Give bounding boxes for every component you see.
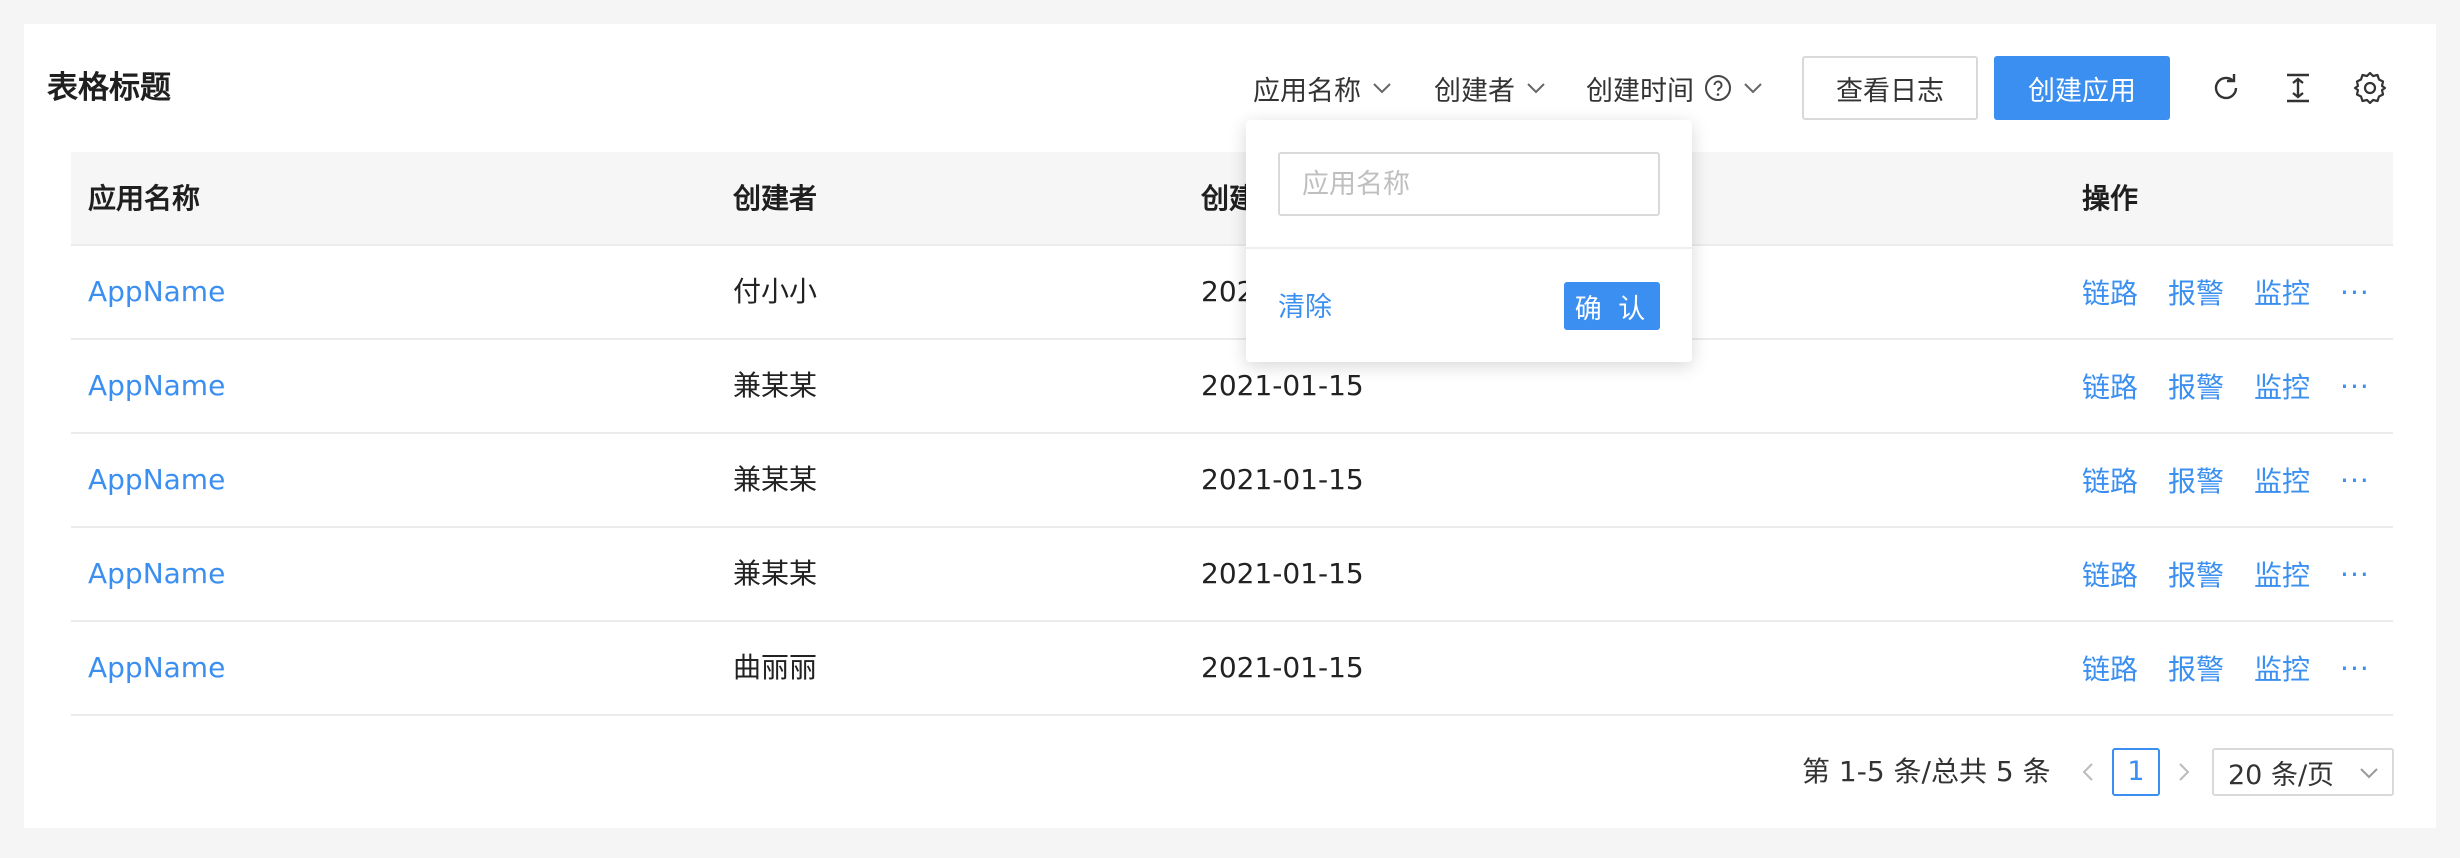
create-app-button[interactable]: 创建应用 <box>1994 56 2170 120</box>
creator-cell: 兼某某 <box>733 463 818 496</box>
table-row: AppName 兼某某 2021-01-15 链路 报警 监控 ··· <box>71 528 2393 622</box>
chevron-down-icon <box>1527 83 1545 94</box>
monitor-link[interactable]: 监控 <box>2254 272 2310 312</box>
app-name-filter-input[interactable] <box>1278 152 1660 216</box>
view-log-button[interactable]: 查看日志 <box>1802 56 1978 120</box>
created-time-cell: 2021-01-15 <box>1201 651 1364 684</box>
chevron-down-icon <box>1744 83 1762 94</box>
page-size-select[interactable]: 20 条/页 <box>2212 748 2394 796</box>
app-name-link[interactable]: AppName <box>88 246 225 338</box>
app-name-link[interactable]: AppName <box>88 434 225 526</box>
filter-creator-label: 创建者 <box>1434 75 1515 107</box>
alarm-link[interactable]: 报警 <box>2168 554 2224 594</box>
creator-cell: 兼某某 <box>733 557 818 590</box>
chevron-down-icon <box>2360 768 2378 779</box>
created-time-cell: 2021-01-15 <box>1201 463 1364 496</box>
column-header-app-name: 应用名称 <box>88 182 201 215</box>
creator-cell: 付小小 <box>733 275 818 308</box>
prev-page-icon[interactable] <box>2072 754 2104 790</box>
alarm-link[interactable]: 报警 <box>2168 460 2224 500</box>
trace-link[interactable]: 链路 <box>2082 460 2138 500</box>
more-icon[interactable]: ··· <box>2340 370 2370 403</box>
table-row: AppName 兼某某 2021-01-15 链路 报警 监控 ··· <box>71 340 2393 434</box>
row-actions: 链路 报警 监控 ··· <box>2082 340 2370 432</box>
trace-link[interactable]: 链路 <box>2082 554 2138 594</box>
row-actions: 链路 报警 监控 ··· <box>2082 622 2370 714</box>
density-icon[interactable] <box>2274 64 2322 112</box>
more-icon[interactable]: ··· <box>2340 464 2370 497</box>
alarm-link[interactable]: 报警 <box>2168 272 2224 312</box>
app-name-link[interactable]: AppName <box>88 340 225 432</box>
more-icon[interactable]: ··· <box>2340 276 2370 309</box>
pagination-total: 第 1-5 条/总共 5 条 <box>1802 755 2051 788</box>
filter-created-time-label: 创建时间 <box>1586 75 1694 107</box>
table-row: AppName 兼某某 2021-01-15 链路 报警 监控 ··· <box>71 434 2393 528</box>
row-actions: 链路 报警 监控 ··· <box>2082 528 2370 620</box>
column-header-actions: 操作 <box>2082 182 2139 215</box>
monitor-link[interactable]: 监控 <box>2254 366 2310 406</box>
trace-link[interactable]: 链路 <box>2082 648 2138 688</box>
table-row: AppName 付小小 2021-01-15 链路 报警 监控 ··· <box>71 246 2393 340</box>
next-page-icon[interactable] <box>2168 754 2200 790</box>
app-name-link[interactable]: AppName <box>88 622 225 714</box>
trace-link[interactable]: 链路 <box>2082 366 2138 406</box>
filter-app-name[interactable]: 应用名称 <box>1253 56 1393 120</box>
clear-button[interactable]: 清除 <box>1278 284 1332 332</box>
data-table: 应用名称 创建者 创建时间 操作 AppName 付小小 2021-01-15 … <box>71 152 2393 716</box>
monitor-link[interactable]: 监控 <box>2254 460 2310 500</box>
page-size-value: 20 条/页 <box>2228 759 2335 791</box>
row-actions: 链路 报警 监控 ··· <box>2082 246 2370 338</box>
creator-cell: 曲丽丽 <box>733 651 818 684</box>
filter-creator[interactable]: 创建者 <box>1434 56 1547 120</box>
row-actions: 链路 报警 监控 ··· <box>2082 434 2370 526</box>
monitor-link[interactable]: 监控 <box>2254 554 2310 594</box>
confirm-button[interactable]: 确 认 <box>1564 282 1660 330</box>
alarm-link[interactable]: 报警 <box>2168 366 2224 406</box>
filter-app-name-label: 应用名称 <box>1253 75 1361 107</box>
settings-icon[interactable] <box>2346 64 2394 112</box>
trace-link[interactable]: 链路 <box>2082 272 2138 312</box>
app-name-link[interactable]: AppName <box>88 528 225 620</box>
refresh-icon[interactable] <box>2202 64 2250 112</box>
filter-popover: 清除 确 认 <box>1246 120 1692 362</box>
creator-cell: 兼某某 <box>733 369 818 402</box>
table-title: 表格标题 <box>47 70 171 106</box>
alarm-link[interactable]: 报警 <box>2168 648 2224 688</box>
table-header: 应用名称 创建者 创建时间 操作 <box>71 152 2393 246</box>
more-icon[interactable]: ··· <box>2340 652 2370 685</box>
monitor-link[interactable]: 监控 <box>2254 648 2310 688</box>
column-header-creator: 创建者 <box>733 182 818 215</box>
popover-divider <box>1246 247 1692 249</box>
page-1-button[interactable]: 1 <box>2112 748 2160 796</box>
table-row: AppName 曲丽丽 2021-01-15 链路 报警 监控 ··· <box>71 622 2393 716</box>
help-icon[interactable] <box>1704 74 1732 102</box>
filter-created-time[interactable]: 创建时间 <box>1586 56 1764 120</box>
created-time-cell: 2021-01-15 <box>1201 557 1364 590</box>
more-icon[interactable]: ··· <box>2340 558 2370 591</box>
chevron-down-icon <box>1373 83 1391 94</box>
